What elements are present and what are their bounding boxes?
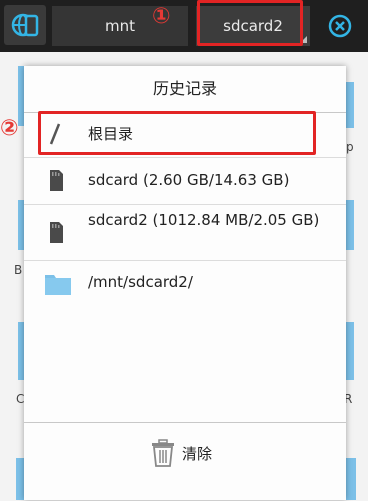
step-marker-1: ① [152, 4, 171, 29]
history-item-sdcard[interactable]: sdcard (2.60 GB/14.63 GB) [24, 158, 346, 205]
trash-icon [152, 439, 174, 467]
sd-card-icon [48, 167, 64, 197]
toolbar: mnt sdcard2 [0, 0, 368, 52]
dialog-footer: 清除 [24, 422, 346, 501]
folder-icon [44, 269, 72, 301]
history-item-label: /mnt/sdcard2/ [88, 273, 193, 291]
history-item-label: sdcard2 (1012.84 MB/2.05 GB) [88, 211, 320, 229]
dialog-title: 历史记录 [24, 66, 346, 113]
sd-card-icon [48, 219, 64, 249]
background-label: p [346, 140, 354, 154]
highlight-box-root [38, 111, 316, 155]
history-item-sdcard2[interactable]: sdcard2 (1012.84 MB/2.05 GB) [24, 205, 346, 261]
highlight-box-sdcard2 [197, 0, 303, 46]
clear-label: 清除 [182, 445, 213, 463]
clear-history-button[interactable]: 清除 [150, 439, 230, 469]
close-circle-icon [328, 14, 352, 38]
close-button[interactable] [320, 10, 360, 42]
step-marker-2: ② [0, 116, 19, 141]
phone-globe-icon [11, 13, 39, 37]
history-item-path[interactable]: /mnt/sdcard2/ [24, 261, 346, 305]
background-label: B [14, 263, 23, 277]
history-item-label: sdcard (2.60 GB/14.63 GB) [88, 171, 290, 189]
storage-switch-button[interactable] [4, 5, 46, 45]
